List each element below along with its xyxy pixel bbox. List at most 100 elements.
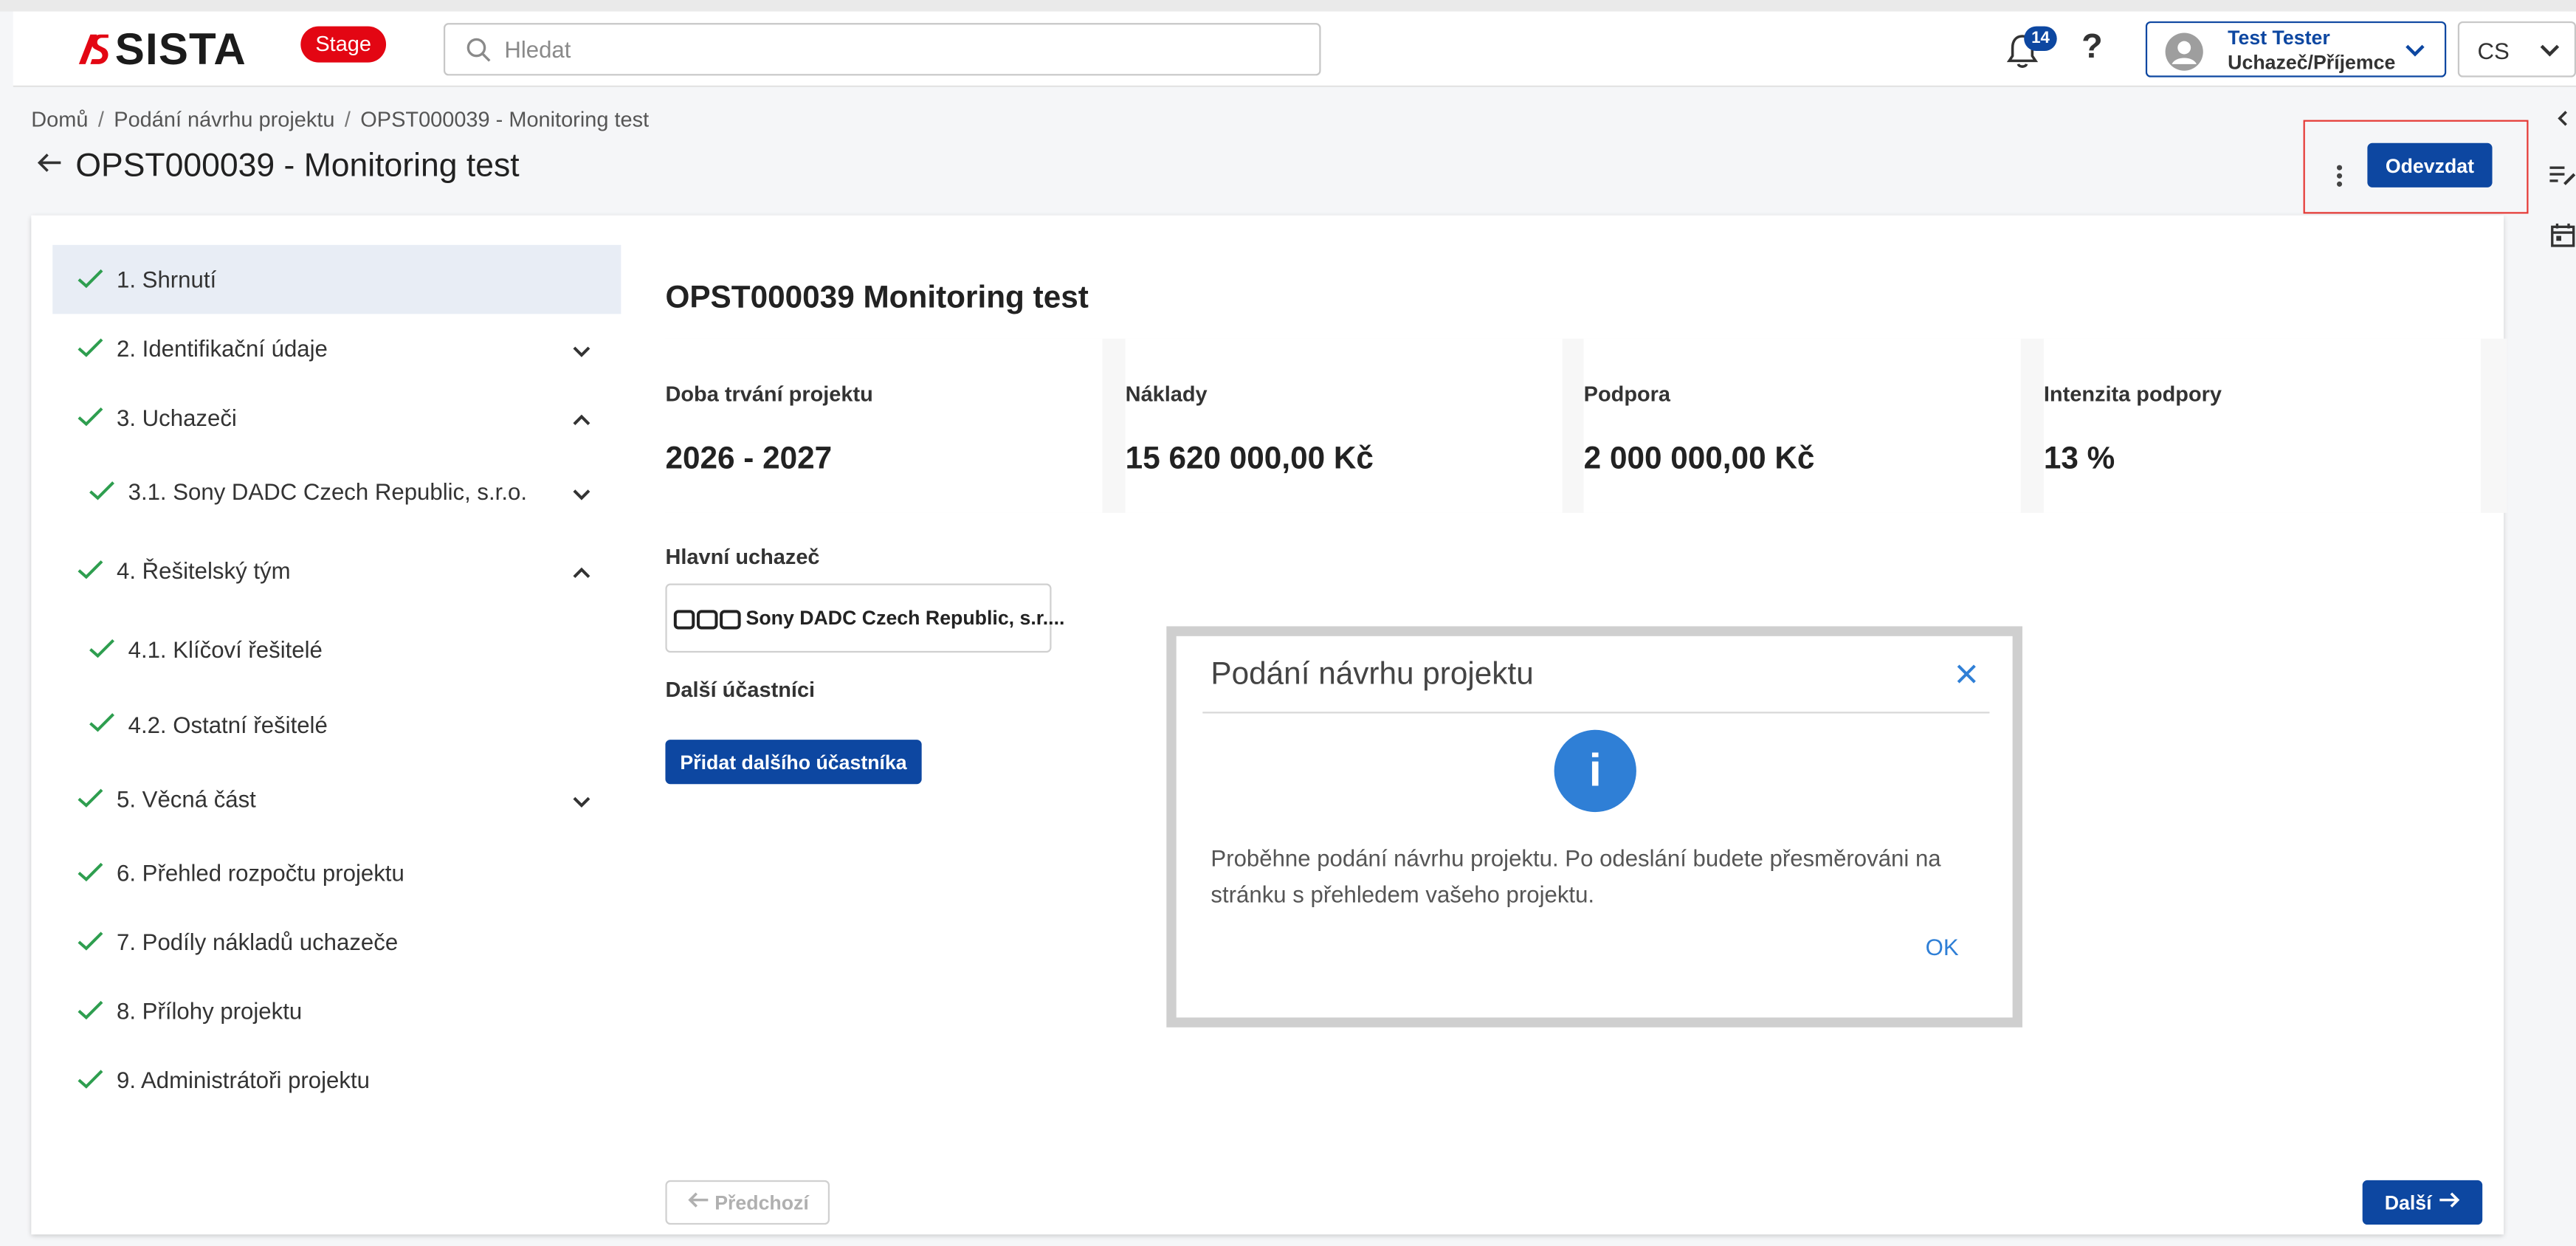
language-value: CS	[2477, 38, 2510, 64]
step-substantive-part[interactable]: 5. Věcná část	[52, 760, 621, 839]
dialog-overlay: Podání návrhu projektu i Proběhne podání…	[1166, 626, 2022, 1028]
check-icon	[78, 1068, 104, 1095]
step-label: 5. Věcná část	[117, 785, 256, 813]
chevron-up-icon[interactable]	[572, 407, 592, 434]
edit-notes-icon[interactable]	[2548, 162, 2576, 193]
step-label: 9. Administrátoři projektu	[117, 1067, 370, 1093]
check-icon	[89, 712, 115, 738]
logo[interactable]: SISTA	[75, 24, 247, 74]
user-name: Test Tester	[2228, 26, 2330, 49]
submit-dialog: Podání návrhu projektu i Proběhne podání…	[1176, 636, 2013, 1018]
user-role: Uchazeč/Příjemce	[2228, 51, 2396, 75]
submit-button[interactable]: Odevzdat	[2367, 142, 2493, 187]
close-icon[interactable]	[1955, 662, 1978, 693]
check-icon	[78, 406, 104, 433]
summary-title: OPST000039 Monitoring test	[665, 280, 1089, 316]
calendar-icon[interactable]	[2549, 222, 2576, 257]
chevron-down-icon	[2538, 39, 2561, 66]
search-icon	[465, 36, 493, 72]
page-header: OPST000039 - Monitoring test	[36, 148, 520, 185]
stat-label: Náklady	[1125, 381, 1208, 407]
stat-duration: Doba trvání projektu 2026 - 2027	[665, 338, 1103, 513]
stat-value: 2026 - 2027	[665, 442, 833, 477]
step-label: 2. Identifikační údaje	[117, 335, 328, 362]
stats-row: Doba trvání projektu 2026 - 2027 Náklady…	[665, 338, 2481, 513]
main-applicant-label: Hlavní uchazeč	[665, 544, 820, 569]
dialog-title: Podání návrhu projektu	[1210, 657, 1534, 692]
add-participant-button[interactable]: Přidat dalšího účastníka	[665, 740, 922, 785]
stat-support: Podpora 2 000 000,00 Kč	[1583, 338, 2021, 513]
step-navigation: 1. Shrnutí 2. Identifikační údaje 3. Uch…	[52, 244, 621, 1115]
chevron-down-icon	[2403, 39, 2426, 69]
step-other-researchers[interactable]: 4.2. Ostatní řešitelé	[52, 689, 621, 760]
step-label: 7. Podíly nákladů uchazeče	[117, 929, 399, 955]
next-label: Další	[2384, 1191, 2432, 1214]
logo-mark-icon	[75, 31, 111, 67]
previous-button[interactable]: Předchozí	[665, 1180, 830, 1225]
more-vertical-icon[interactable]	[2329, 162, 2349, 189]
chevron-down-icon[interactable]	[572, 481, 592, 508]
next-button[interactable]: Další	[2362, 1180, 2483, 1225]
step-administrators[interactable]: 9. Administrátoři projektu	[52, 1045, 621, 1115]
step-applicant-sony[interactable]: 3.1. Sony DADC Czech Republic, s.r.o.	[52, 452, 621, 531]
check-icon	[78, 268, 104, 295]
logo-text: SISTA	[114, 24, 247, 74]
search-input[interactable]	[504, 32, 1293, 66]
stat-label: Podpora	[1583, 381, 1671, 407]
chevron-down-icon[interactable]	[572, 789, 592, 816]
step-label: 8. Přílohy projektu	[117, 997, 303, 1025]
ok-button[interactable]: OK	[1926, 934, 1959, 960]
main-applicant-chip[interactable]: Sony DADC Czech Republic, s.r....	[665, 583, 1064, 653]
arrow-back-icon	[686, 1192, 709, 1215]
stat-value: 13 %	[2043, 442, 2115, 477]
step-budget-overview[interactable]: 6. Přehled rozpočtu projektu	[52, 839, 621, 908]
check-icon	[78, 337, 104, 364]
check-icon	[89, 638, 115, 664]
breadcrumb-home[interactable]: Domů	[31, 107, 88, 131]
breadcrumb-current: OPST000039 - Monitoring test	[360, 106, 650, 132]
step-label: 6. Přehled rozpočtu projektu	[117, 859, 404, 887]
step-research-team[interactable]: 4. Řešitelský tým	[52, 531, 621, 610]
other-participants-label: Další účastníci	[665, 677, 816, 702]
step-attachments[interactable]: 8. Přílohy projektu	[52, 977, 621, 1046]
main-applicant-name: Sony DADC Czech Republic, s.r....	[745, 606, 1065, 630]
step-summary[interactable]: 1. Shrnutí	[52, 244, 621, 314]
page-title: OPST000039 - Monitoring test	[75, 148, 520, 185]
stat-label: Intenzita podpory	[2043, 381, 2222, 407]
info-icon: i	[1554, 729, 1636, 813]
arrow-back-icon[interactable]	[36, 151, 63, 182]
check-icon	[78, 999, 104, 1026]
step-applicants[interactable]: 3. Uchazeči	[52, 383, 621, 452]
stat-value: 15 620 000,00 Kč	[1125, 442, 1374, 477]
language-select[interactable]: CS	[2457, 21, 2576, 78]
check-icon	[89, 480, 115, 506]
stat-costs: Náklady 15 620 000,00 Kč	[1125, 338, 1563, 513]
chevron-down-icon[interactable]	[572, 339, 592, 365]
notification-count-badge: 14	[2024, 26, 2057, 52]
user-menu[interactable]: Test Tester Uchazeč/Příjemce	[2145, 21, 2447, 78]
step-identification[interactable]: 2. Identifikační údaje	[52, 314, 621, 383]
stat-value: 2 000 000,00 Kč	[1583, 442, 1815, 477]
search-box[interactable]	[443, 23, 1321, 76]
app: SISTA Stage 14 ? Test Tester Uchazeč/Pří…	[0, 11, 2576, 1246]
step-label: 4. Řešitelský tým	[117, 557, 291, 584]
step-label: 3.1. Sony DADC Czech Republic, s.r.o.	[128, 478, 527, 505]
step-cost-shares[interactable]: 7. Podíly nákladů uchazeče	[52, 907, 621, 977]
help-icon[interactable]: ?	[2081, 28, 2103, 67]
dialog-divider	[1202, 712, 1990, 714]
check-icon	[78, 788, 104, 814]
stat-support-intensity: Intenzita podpory 13 %	[2043, 338, 2481, 513]
breadcrumb-submission[interactable]: Podání návrhu projektu	[114, 107, 334, 131]
chevron-up-icon[interactable]	[572, 560, 592, 587]
step-key-researchers[interactable]: 4.1. Klíčoví řešitelé	[52, 610, 621, 689]
step-label: 3. Uchazeči	[117, 404, 237, 431]
dialog-message: Proběhne podání návrhu projektu. Po odes…	[1210, 844, 1941, 908]
stat-label: Doba trvání projektu	[665, 381, 873, 407]
check-icon	[78, 930, 104, 957]
avatar-icon	[2165, 32, 2203, 71]
check-icon	[78, 559, 104, 585]
chevron-left-icon[interactable]	[2555, 107, 2571, 137]
previous-label: Předchozí	[714, 1191, 809, 1214]
step-label: 4.1. Klíčoví řešitelé	[128, 636, 323, 663]
breadcrumb: Domů / Podání návrhu projektu / OPST000039 -…	[31, 106, 650, 132]
